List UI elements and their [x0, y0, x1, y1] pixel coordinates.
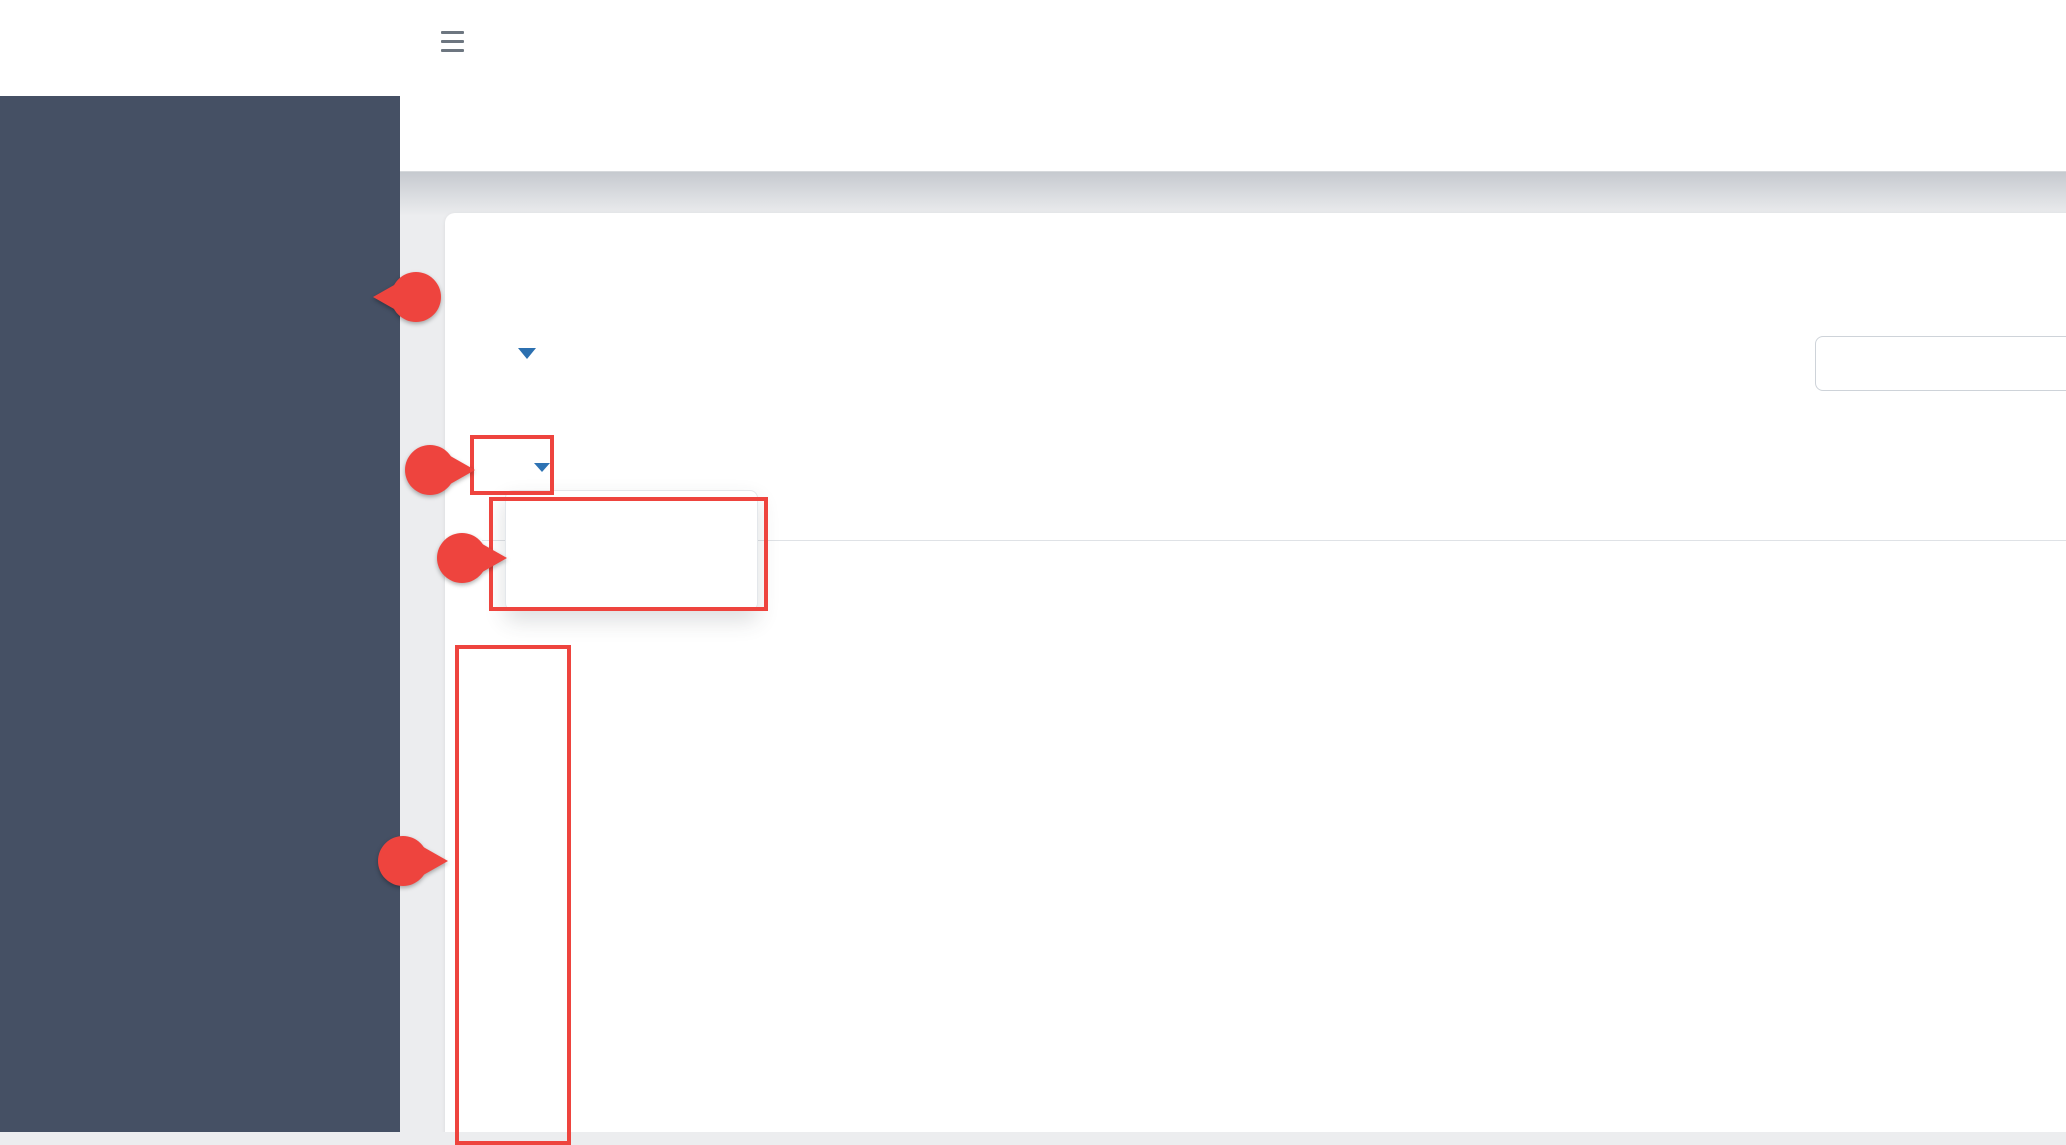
- column-header-requested-date[interactable]: [1880, 490, 1904, 541]
- bulk-actions-gear-button[interactable]: [493, 451, 550, 479]
- search-input[interactable]: [1815, 336, 2066, 391]
- top-bar: [0, 0, 2066, 96]
- gear-icon: [493, 451, 521, 479]
- menu-item-delete[interactable]: [506, 553, 757, 599]
- breadcrumb: [400, 96, 2066, 172]
- column-header-type[interactable]: [1650, 490, 1676, 541]
- client-actions-card: [445, 213, 2066, 1132]
- menu-item-mark-done[interactable]: [506, 507, 757, 553]
- sort-desc-icon: [1659, 512, 1676, 523]
- hamburger-icon[interactable]: [441, 31, 464, 53]
- sidebar: [0, 96, 400, 1132]
- sort-icon: [815, 505, 830, 526]
- sort-icon: [1889, 505, 1904, 526]
- column-header-client[interactable]: [806, 490, 830, 541]
- sort-icon: [1307, 505, 1322, 526]
- main-content: [400, 172, 2066, 1132]
- chevron-down-icon: [534, 462, 550, 472]
- chevron-down-icon: [518, 348, 536, 359]
- search-criteria-toggle[interactable]: [508, 345, 536, 359]
- gear-dropdown-menu: [505, 490, 758, 611]
- column-header-project[interactable]: [1298, 490, 1322, 541]
